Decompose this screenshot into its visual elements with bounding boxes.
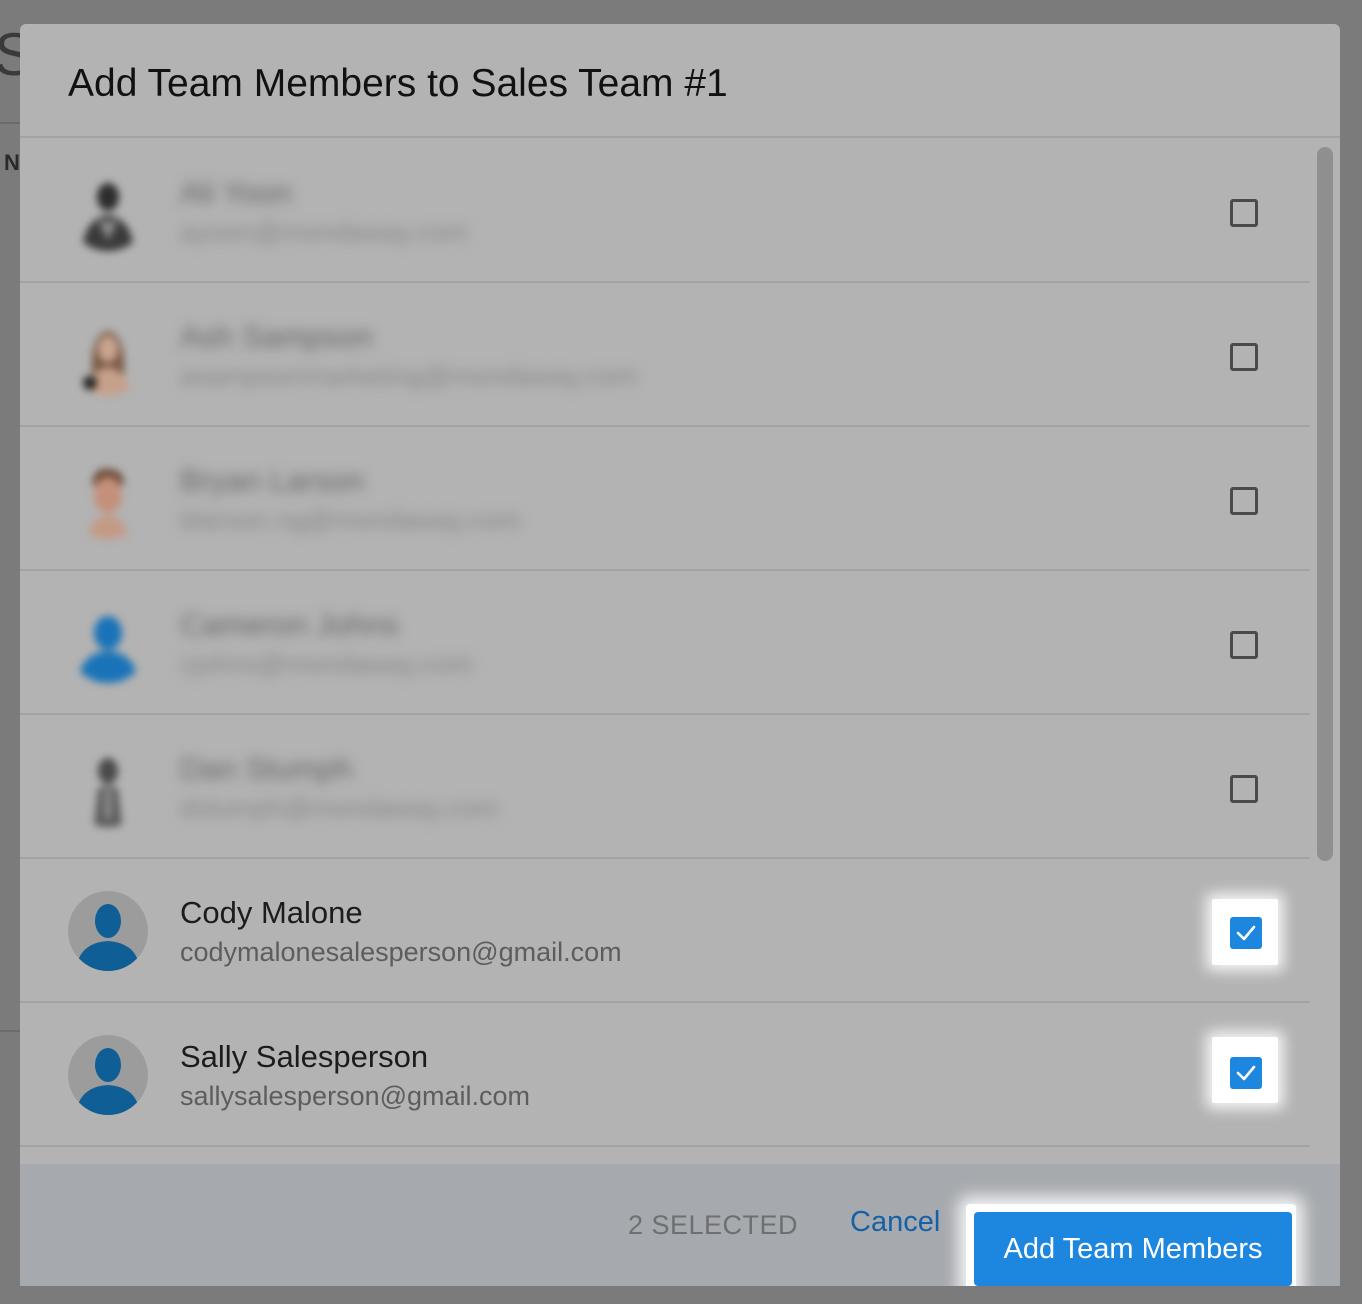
dialog-title: Add Team Members to Sales Team #1 xyxy=(68,62,728,105)
member-email: dstumph@mondaway.com xyxy=(180,793,499,823)
member-email: cjohns@mondaway.com xyxy=(180,649,473,679)
member-email: asampsonmarketing@mondaway.com xyxy=(180,361,638,391)
background-divider xyxy=(0,1030,20,1032)
member-email: blarson.ng@mondaway.com xyxy=(180,505,521,535)
member-row[interactable]: Ash Sampson asampsonmarketing@mondaway.c… xyxy=(20,283,1310,427)
member-email: codymalonesalesperson@gmail.com xyxy=(180,937,622,967)
checkmark-icon xyxy=(1236,1065,1256,1081)
member-name: Sally Salesperson xyxy=(180,1039,429,1074)
cancel-button[interactable]: Cancel xyxy=(850,1206,940,1239)
member-row[interactable]: Dan Stumph dstumph@mondaway.com xyxy=(20,715,1310,859)
member-row[interactable]: Cody Malone codymalonesalesperson@gmail.… xyxy=(20,859,1310,1003)
member-row[interactable]: Ali Yoon ayoon@mondaway.com xyxy=(20,139,1310,283)
photo-avatar-icon xyxy=(68,315,148,395)
member-name: Dan Stumph xyxy=(180,751,353,786)
member-name: Ali Yoon xyxy=(180,175,293,210)
add-team-members-dialog: Add Team Members to Sales Team #1 Ali Yo… xyxy=(20,24,1340,1286)
member-checkbox[interactable] xyxy=(1230,631,1258,659)
background-divider xyxy=(0,122,20,124)
photo-avatar-icon xyxy=(68,747,148,827)
dialog-footer: 2 SELECTED Cancel Add Team Members xyxy=(20,1164,1340,1286)
member-checkbox[interactable] xyxy=(1230,775,1258,803)
member-checkbox-checked[interactable] xyxy=(1230,1057,1262,1089)
photo-avatar-icon xyxy=(68,171,148,251)
member-checkbox-checked[interactable] xyxy=(1230,917,1262,949)
selected-count: 2 SELECTED xyxy=(628,1210,799,1240)
default-user-avatar-icon xyxy=(68,891,148,971)
member-list: Ali Yoon ayoon@mondaway.com Ash Sampson … xyxy=(20,139,1310,1171)
member-name: Bryan Larson xyxy=(180,463,365,498)
dialog-header: Add Team Members to Sales Team #1 xyxy=(20,24,1340,138)
member-email: sallysalesperson@gmail.com xyxy=(180,1081,531,1111)
member-checkbox[interactable] xyxy=(1230,199,1258,227)
list-scrollbar-thumb[interactable] xyxy=(1317,147,1333,861)
member-name: Cody Malone xyxy=(180,895,363,930)
add-team-members-button[interactable]: Add Team Members xyxy=(974,1212,1292,1286)
member-name: Cameron Johns xyxy=(180,607,399,642)
background-column-header-fragment: N xyxy=(4,150,20,175)
default-user-avatar-icon xyxy=(68,1035,148,1115)
member-row[interactable]: Cameron Johns cjohns@mondaway.com xyxy=(20,571,1310,715)
member-email: ayoon@mondaway.com xyxy=(180,217,469,247)
member-row[interactable]: Bryan Larson blarson.ng@mondaway.com xyxy=(20,427,1310,571)
member-checkbox[interactable] xyxy=(1230,487,1258,515)
member-name: Ash Sampson xyxy=(180,319,373,354)
default-user-avatar-icon xyxy=(68,603,148,683)
member-checkbox[interactable] xyxy=(1230,343,1258,371)
photo-avatar-icon xyxy=(68,459,148,539)
member-row[interactable]: Sally Salesperson sallysalesperson@gmail… xyxy=(20,1003,1310,1147)
checkmark-icon xyxy=(1236,925,1256,941)
